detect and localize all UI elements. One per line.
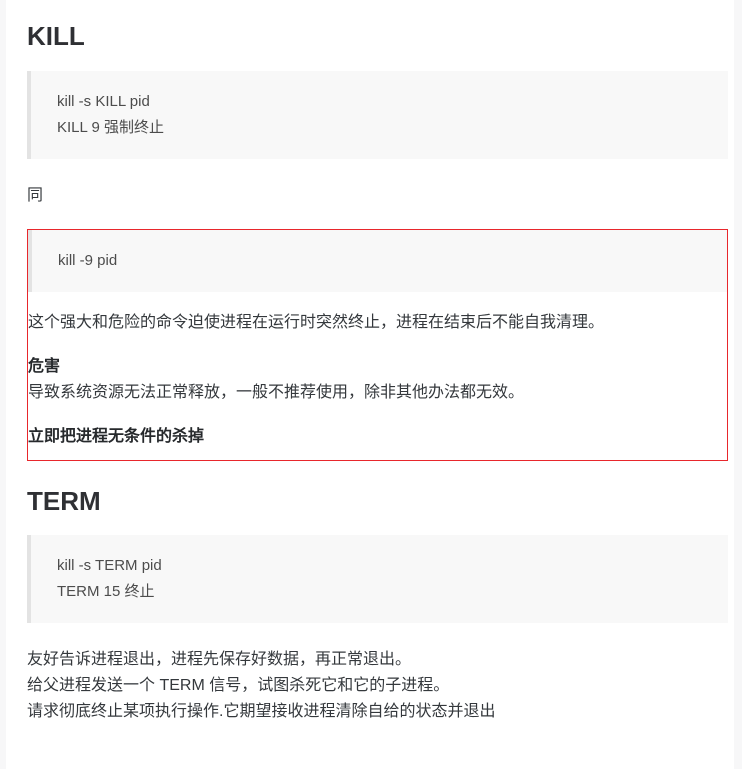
danger-code-blockquote: kill -9 pid	[28, 229, 727, 292]
term-section-heading: TERM	[27, 485, 101, 516]
kill-section-heading: KILL	[27, 21, 85, 51]
spacer-before-harm-heading	[28, 336, 727, 354]
spacer-before-danger-box	[27, 209, 728, 229]
term-note-1: 友好告诉进程退出，进程先保存好数据，再正常退出。	[27, 651, 412, 668]
danger-conclusion: 立即把进程无条件的杀掉	[28, 427, 205, 445]
harm-text-paragraph: 导致系统资源无法正常释放，一般不推荐使用，除非其他办法都无效。	[28, 383, 525, 401]
kill-code-line-2: KILL 9 强制终止	[57, 118, 164, 136]
spacer-after-danger-box	[27, 461, 728, 485]
term-code-line-2: TERM 15 终止	[57, 583, 155, 600]
spacer-after-term-blockquote	[27, 623, 728, 647]
danger-highlight-box: kill -9 pid 这个强大和危险的命令迫使进程在运行时突然终止，进程在结束…	[27, 228, 728, 461]
term-code-blockquote: kill -s TERM pid TERM 15 终止	[27, 535, 728, 623]
danger-box-bottom-spacer	[28, 450, 727, 460]
term-code-line-1: kill -s TERM pid	[57, 557, 162, 574]
kill-code-blockquote: kill -s KILL pid KILL 9 强制终止	[27, 70, 728, 159]
top-spacer	[27, 0, 728, 20]
spacer-after-kill-heading	[27, 53, 728, 71]
term-note-2: 给父进程发送一个 TERM 信号，试图杀死它和它的子进程。	[27, 677, 450, 694]
danger-description-paragraph: 这个强大和危险的命令迫使进程在运行时突然终止，进程在结束后不能自我清理。	[28, 313, 605, 331]
spacer-after-term-heading	[27, 517, 728, 535]
article-page: KILL kill -s KILL pid KILL 9 强制终止 同 kill…	[6, 0, 734, 769]
kill-code-line-1: kill -s KILL pid	[57, 92, 150, 110]
harm-heading: 危害	[28, 357, 61, 375]
danger-code-line: kill -9 pid	[58, 251, 118, 269]
spacer-before-conclusion	[28, 406, 727, 424]
spacer-after-kill-blockquote	[27, 159, 728, 183]
spacer-after-danger-blockquote	[28, 292, 727, 310]
page-gutter-right	[734, 0, 742, 769]
same-note-paragraph: 同	[27, 186, 44, 204]
term-note-3: 请求彻底终止某项执行操作.它期望接收进程清除自给的状态并退出	[27, 703, 496, 720]
article-content: KILL kill -s KILL pid KILL 9 强制终止 同 kill…	[27, 0, 728, 725]
